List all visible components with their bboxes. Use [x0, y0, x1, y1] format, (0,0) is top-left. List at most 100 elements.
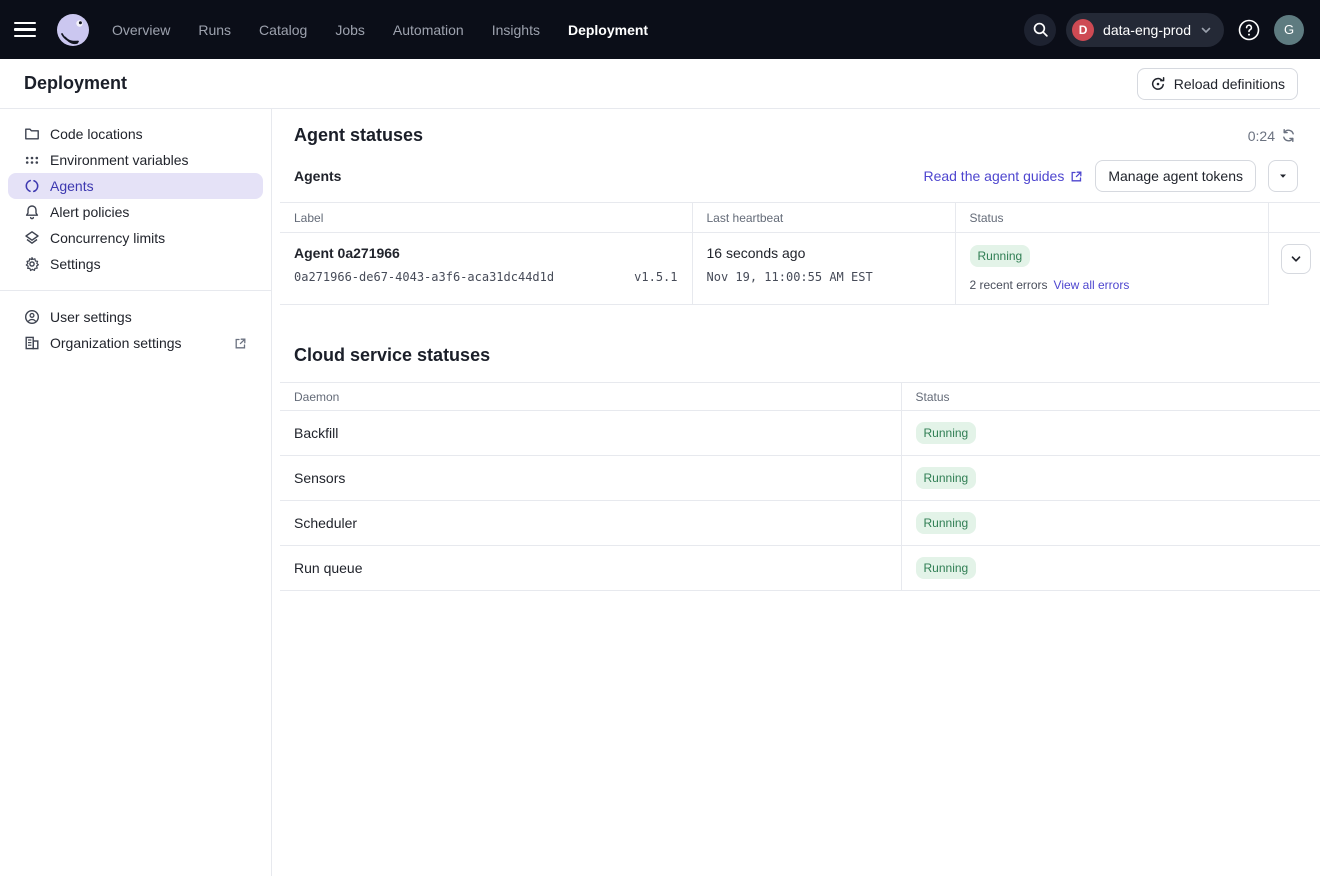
agent-name: Agent 0a271966 [294, 245, 678, 261]
column-header-expand [1268, 203, 1320, 233]
manage-agent-tokens-label: Manage agent tokens [1108, 168, 1243, 184]
nav-item-catalog[interactable]: Catalog [259, 22, 307, 38]
column-header-last-heartbeat: Last heartbeat [692, 203, 955, 233]
daemon-row: Backfill Running [280, 411, 1320, 456]
refresh-countdown: 0:24 [1248, 128, 1296, 144]
sidebar-item-label: Concurrency limits [50, 230, 165, 246]
external-link-icon [234, 337, 247, 350]
daemon-row: Scheduler Running [280, 501, 1320, 546]
sidebar-item-agents[interactable]: Agents [8, 173, 263, 199]
manage-agent-tokens-button[interactable]: Manage agent tokens [1095, 160, 1256, 192]
top-nav: Overview Runs Catalog Jobs Automation In… [0, 0, 1320, 59]
agents-icon [24, 178, 40, 194]
column-header-status: Status [901, 383, 1320, 411]
agent-status-cell: Running 2 recent errors View all errors [955, 233, 1268, 305]
agent-row: Agent 0a271966 0a271966-de67-4043-a3f6-a… [280, 233, 1320, 305]
page-title: Deployment [24, 73, 127, 94]
sidebar-item-label: User settings [50, 309, 132, 325]
sidebar-item-label: Settings [50, 256, 101, 272]
sidebar-divider [0, 290, 271, 291]
reload-definitions-label: Reload definitions [1174, 76, 1285, 92]
nav-item-deployment[interactable]: Deployment [568, 22, 648, 38]
cloud-service-statuses-title: Cloud service statuses [294, 345, 1320, 366]
sidebar-item-concurrency-limits[interactable]: Concurrency limits [8, 225, 263, 251]
page-header: Deployment Reload definitions [0, 59, 1320, 109]
column-header-label: Label [280, 203, 692, 233]
deployment-name: data-eng-prod [1103, 22, 1191, 38]
chevron-down-icon [1290, 253, 1302, 265]
heartbeat-relative: 16 seconds ago [707, 245, 941, 261]
agents-table: Label Last heartbeat Status Agent 0a2719… [280, 202, 1320, 305]
sidebar-item-code-locations[interactable]: Code locations [8, 121, 263, 147]
help-button[interactable] [1234, 15, 1264, 45]
sidebar-item-label: Alert policies [50, 204, 129, 220]
layers-icon [24, 230, 40, 246]
countdown-value: 0:24 [1248, 128, 1275, 144]
heartbeat-timestamp: Nov 19, 11:00:55 AM EST [707, 270, 941, 284]
primary-nav: Overview Runs Catalog Jobs Automation In… [112, 22, 648, 38]
recent-errors-text: 2 recent errors [970, 278, 1048, 292]
daemon-row: Sensors Running [280, 456, 1320, 501]
cloud-service-table: Daemon Status Backfill Running Sensors R… [280, 382, 1320, 591]
user-avatar[interactable]: G [1274, 15, 1304, 45]
reload-definitions-button[interactable]: Reload definitions [1137, 68, 1298, 100]
daemon-row: Run queue Running [280, 546, 1320, 591]
menu-icon[interactable] [14, 16, 42, 44]
nav-item-automation[interactable]: Automation [393, 22, 464, 38]
agent-heartbeat-cell: 16 seconds ago Nov 19, 11:00:55 AM EST [692, 233, 955, 305]
sidebar-item-organization-settings[interactable]: Organization settings [8, 330, 263, 356]
expand-agent-button[interactable] [1281, 244, 1311, 274]
agents-heading: Agents [294, 168, 341, 184]
external-link-icon [1070, 170, 1083, 183]
refresh-icon[interactable] [1281, 128, 1296, 143]
deployment-switcher[interactable]: D data-eng-prod [1066, 13, 1224, 47]
dagster-logo-icon[interactable] [54, 11, 92, 49]
agent-tokens-dropdown-button[interactable] [1268, 160, 1298, 192]
user-icon [24, 309, 40, 325]
chevron-down-icon [1200, 24, 1212, 36]
daemon-name: Run queue [280, 546, 901, 591]
column-header-daemon: Daemon [280, 383, 901, 411]
view-all-errors-link[interactable]: View all errors [1054, 278, 1130, 292]
sidebar-item-alert-policies[interactable]: Alert policies [8, 199, 263, 225]
folder-icon [24, 126, 40, 142]
nav-item-insights[interactable]: Insights [492, 22, 540, 38]
daemon-name: Sensors [280, 456, 901, 501]
status-badge: Running [970, 245, 1031, 267]
bell-icon [24, 204, 40, 220]
agent-label-cell: Agent 0a271966 0a271966-de67-4043-a3f6-a… [280, 233, 692, 305]
sidebar-item-label: Environment variables [50, 152, 189, 168]
organization-icon [24, 335, 40, 351]
search-icon [1032, 21, 1049, 38]
reload-icon [1150, 76, 1166, 92]
column-header-status: Status [955, 203, 1268, 233]
agent-guides-label: Read the agent guides [923, 168, 1064, 184]
agent-expander-cell [1268, 233, 1320, 305]
search-button[interactable] [1024, 14, 1056, 46]
agent-statuses-title: Agent statuses [294, 125, 423, 146]
caret-down-icon [1278, 171, 1288, 181]
nav-item-runs[interactable]: Runs [198, 22, 231, 38]
daemon-name: Scheduler [280, 501, 901, 546]
daemon-name: Backfill [280, 411, 901, 456]
main-content: Agent statuses 0:24 Agents Read the agen… [272, 109, 1320, 876]
agent-guides-link[interactable]: Read the agent guides [923, 168, 1083, 184]
status-badge: Running [916, 557, 977, 579]
agent-version: v1.5.1 [634, 270, 677, 284]
deployment-sidebar: Code locations Environment variables Age… [0, 109, 272, 876]
environment-variables-icon [24, 152, 40, 168]
status-badge: Running [916, 512, 977, 534]
status-badge: Running [916, 422, 977, 444]
deployment-dot: D [1072, 19, 1094, 41]
sidebar-item-label: Code locations [50, 126, 143, 142]
status-badge: Running [916, 467, 977, 489]
sidebar-item-user-settings[interactable]: User settings [8, 304, 263, 330]
gear-icon [24, 256, 40, 272]
agent-id: 0a271966-de67-4043-a3f6-aca31dc44d1d [294, 270, 554, 284]
sidebar-item-label: Organization settings [50, 335, 182, 351]
help-icon [1237, 18, 1261, 42]
nav-item-overview[interactable]: Overview [112, 22, 170, 38]
sidebar-item-settings[interactable]: Settings [8, 251, 263, 277]
sidebar-item-environment-variables[interactable]: Environment variables [8, 147, 263, 173]
nav-item-jobs[interactable]: Jobs [335, 22, 365, 38]
